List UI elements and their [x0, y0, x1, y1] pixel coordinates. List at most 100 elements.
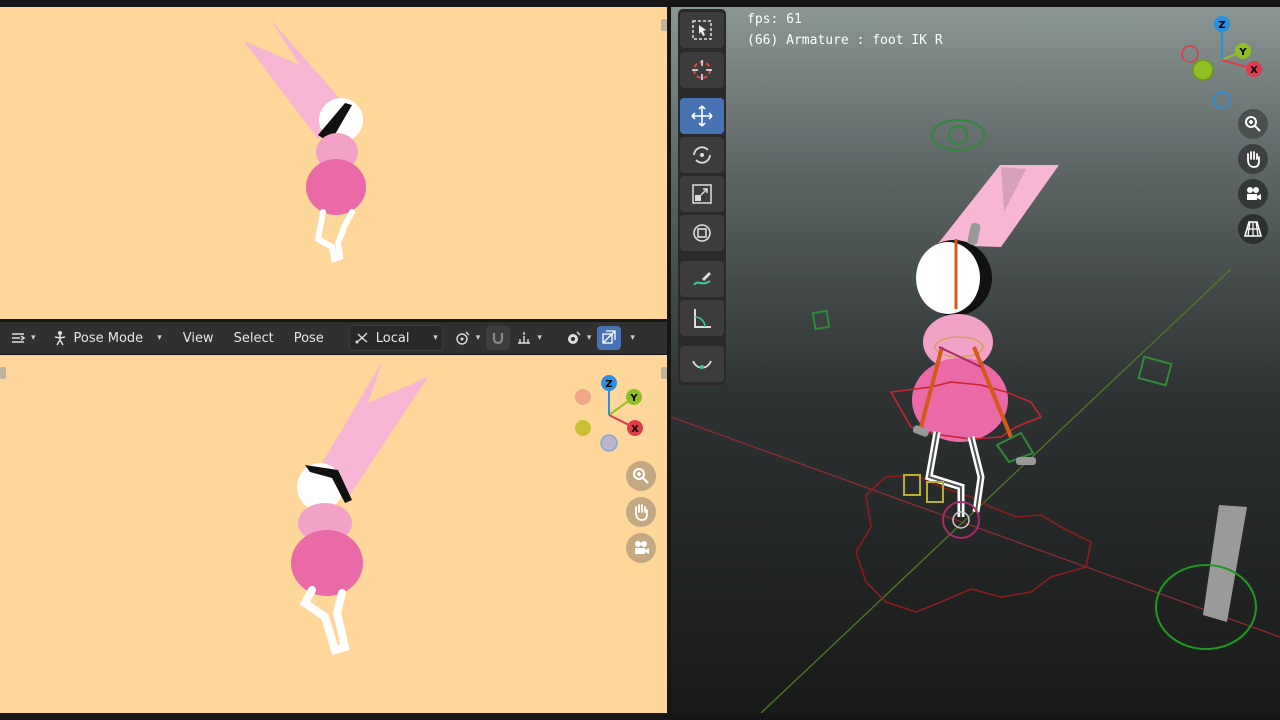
select-box-icon — [692, 20, 712, 40]
scene-render — [671, 119, 1280, 713]
xray-dropdown[interactable]: ▾ — [621, 326, 639, 350]
gizmo-y-label: Y — [629, 393, 638, 404]
annotate-icon — [693, 272, 711, 286]
xray-icon — [602, 330, 617, 344]
gizmo-z-label: Z — [1218, 20, 1225, 31]
region-tab-right[interactable] — [661, 19, 667, 31]
cursor-tool[interactable] — [680, 52, 724, 88]
zoom-icon — [633, 468, 649, 484]
top-camera-viewport[interactable] — [0, 7, 667, 319]
xray-toggle[interactable] — [597, 326, 622, 350]
character-bottom-render — [291, 360, 428, 655]
chevron-down-icon: ▾ — [586, 333, 592, 343]
character-legs — [314, 209, 355, 263]
editor-type-selector[interactable]: ▾ — [6, 326, 40, 350]
chevron-down-icon: ▾ — [31, 333, 36, 343]
pan-button[interactable] — [626, 497, 656, 527]
pivot-point-dropdown[interactable]: ▾ — [451, 326, 485, 350]
pivot-icon — [456, 331, 470, 345]
snap-target-dropdown[interactable]: ▾ — [512, 326, 546, 350]
chevron-down-icon: ▾ — [537, 333, 542, 343]
navigation-gizmo[interactable]: Z Y X — [568, 373, 648, 453]
measure-tool[interactable] — [680, 300, 724, 336]
gizmo-x-label: X — [631, 424, 639, 435]
menu-select-label: Select — [233, 330, 274, 346]
perspective-toggle-button[interactable] — [1238, 214, 1268, 244]
selection-info: (66) Armature : foot IK R — [747, 33, 943, 48]
transform-icon — [693, 224, 711, 242]
zoom-icon — [1245, 116, 1261, 132]
snap-icon — [493, 333, 504, 345]
zoom-button[interactable] — [1238, 109, 1268, 139]
rotate-icon — [693, 146, 711, 164]
bottom-camera-viewport[interactable]: Z Y X — [0, 355, 667, 713]
relax-pose-icon — [692, 360, 712, 369]
scale-tool[interactable] — [680, 176, 724, 212]
select-box-tool[interactable] — [680, 12, 724, 48]
camera-view-button[interactable] — [1238, 179, 1268, 209]
region-tab-right[interactable] — [661, 367, 667, 379]
snap-increment-icon — [518, 332, 531, 344]
gizmo-neg-z[interactable] — [600, 434, 618, 452]
menu-pose[interactable]: Pose — [287, 326, 331, 350]
gizmo-neg-x[interactable] — [1181, 45, 1199, 63]
lamp-object — [1203, 505, 1247, 622]
chevron-down-icon: ▾ — [157, 333, 162, 343]
chevron-down-icon: ▾ — [475, 333, 481, 343]
pan-hand-icon — [1247, 151, 1260, 168]
gizmo-neg-y[interactable] — [1192, 59, 1214, 81]
pan-hand-icon — [635, 504, 648, 521]
viewport-header: ▾ Pose Mode ▾ View Select Pose Local ▾ ▾… — [0, 322, 667, 354]
overlay-toggle[interactable]: ▾ — [562, 326, 596, 350]
annotate-tool[interactable] — [680, 261, 724, 297]
editor-type-icon — [12, 333, 26, 343]
menu-pose-label: Pose — [293, 330, 324, 346]
transform-tool[interactable] — [680, 215, 724, 251]
region-tab-left[interactable] — [0, 367, 6, 379]
eye-control — [931, 119, 985, 151]
camera-view-button[interactable] — [626, 533, 656, 563]
measure-icon — [694, 309, 711, 328]
move-tool[interactable] — [680, 98, 724, 134]
zoom-button[interactable] — [626, 461, 656, 491]
character-legs — [299, 586, 350, 655]
snap-toggle[interactable] — [486, 326, 511, 350]
menu-select[interactable]: Select — [227, 326, 281, 350]
character-belly — [306, 159, 366, 215]
chevron-down-icon: ▾ — [630, 333, 635, 343]
overlay-eye-icon — [567, 331, 581, 344]
menu-view-label: View — [182, 330, 214, 346]
camera-icon — [1247, 187, 1261, 200]
transform-orientation-dropdown[interactable]: Local ▾ — [348, 325, 443, 351]
gizmo-x-label: X — [1250, 65, 1258, 76]
fps-counter: fps: 61 — [747, 12, 802, 27]
gizmo-neg-z[interactable] — [1213, 91, 1231, 109]
gizmo-neg-y[interactable] — [575, 420, 591, 436]
cursor-icon — [692, 60, 712, 80]
3d-viewport[interactable]: fps: 61 (66) Armature : foot IK R Z Y X — [671, 7, 1280, 713]
character-top-render — [244, 19, 366, 263]
relax-pose-tool[interactable] — [680, 346, 724, 382]
character-hat — [937, 165, 1059, 247]
character-head — [916, 242, 980, 314]
perspective-grid-icon — [1243, 221, 1263, 237]
mode-label: Pose Mode — [73, 330, 144, 346]
gizmo-z-label: Z — [605, 379, 612, 390]
chevron-down-icon: ▾ — [433, 333, 438, 343]
scale-icon — [692, 184, 712, 204]
move-icon — [691, 105, 713, 127]
character-belly — [291, 530, 363, 596]
pose-mode-icon — [54, 331, 65, 346]
gizmo-y-label: Y — [1238, 47, 1247, 58]
mode-selector[interactable]: Pose Mode ▾ — [48, 326, 166, 350]
orientation-axes-icon — [355, 332, 368, 344]
orientation-label: Local — [375, 330, 410, 346]
rotate-tool[interactable] — [680, 137, 724, 173]
tool-strip — [678, 9, 726, 385]
menu-view[interactable]: View — [176, 326, 221, 350]
gizmo-neg-x[interactable] — [575, 389, 591, 405]
y-axis-line — [760, 268, 1232, 713]
camera-icon — [635, 541, 649, 554]
navigation-gizmo[interactable]: Z Y X — [1178, 12, 1268, 112]
pan-button[interactable] — [1238, 144, 1268, 174]
